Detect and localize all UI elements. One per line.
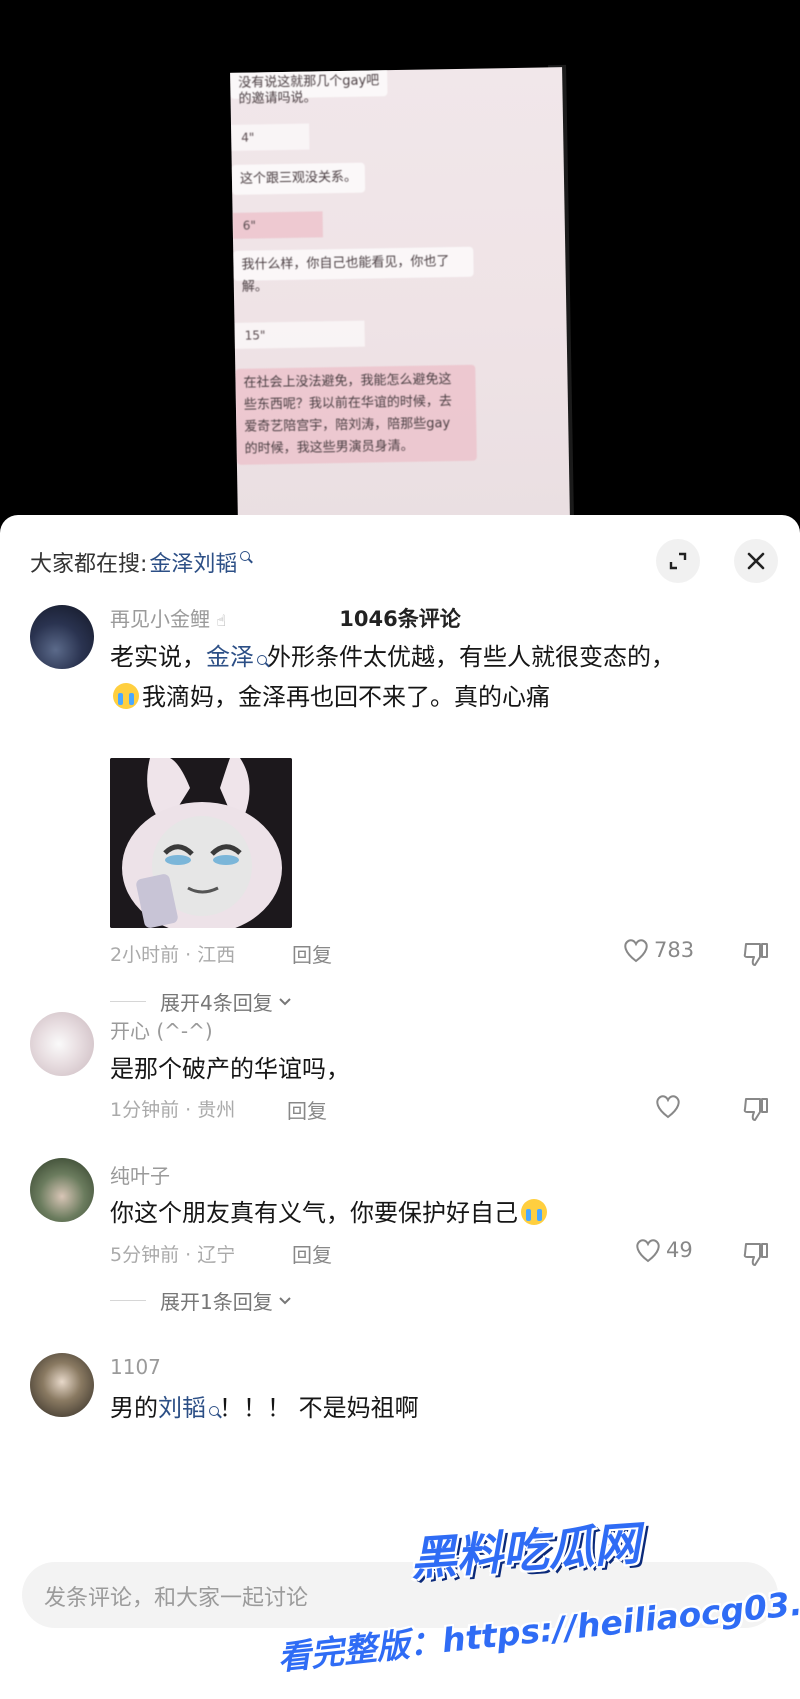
search-icon <box>257 655 267 665</box>
hot-search-bar[interactable]: 大家都在搜: 金泽刘韬 <box>30 545 251 579</box>
hand-icon: ☝ <box>216 611 227 630</box>
sticker-face-graphic <box>110 758 292 928</box>
comment-username[interactable]: 再见小金鲤 ☝ <box>110 603 226 632</box>
comment-username[interactable]: 开心 (^-^) <box>110 1015 213 1044</box>
chat-line: 的邀请吗说。 <box>238 90 317 107</box>
dislike-button[interactable] <box>742 941 770 971</box>
comment-keyword-link[interactable]: 刘韬 <box>158 1394 206 1422</box>
expand-replies-button[interactable]: 展开1条回复 <box>110 1286 293 1315</box>
avatar[interactable] <box>30 1353 94 1417</box>
comment-text-part: 你这个朋友真有义气，你要保护好自己 <box>110 1199 518 1227</box>
heart-icon <box>624 939 648 963</box>
comment-time-location: 1分钟前 · 贵州 <box>110 1099 236 1121</box>
search-icon <box>240 551 251 561</box>
comment-sheet: 大家都在搜: 金泽刘韬 1046条评论 再见小金鲤 ☝ 老实说，金泽 外形条件太… <box>0 515 800 1699</box>
chat-voice: 6" <box>232 211 323 239</box>
chat-voice: 4" <box>231 123 310 151</box>
expand-replies-label: 展开4条回复 <box>160 991 273 1015</box>
phone-screen-chat: 没有说这就那几个gay吧 的邀请吗说。 4" 这个跟三观没关系。 6" 我什么样… <box>230 67 570 523</box>
comment-text: 你这个朋友真有义气，你要保护好自己 <box>110 1193 750 1233</box>
chat-line: 在社会上没法避免，我能怎么避免这 些东西呢？我以前在华谊的时候，去 爱奇艺陪宫宇… <box>235 364 477 465</box>
chat-line: 这个跟三观没关系。 <box>231 162 366 195</box>
dislike-button[interactable] <box>742 1096 770 1126</box>
heart-icon <box>656 1095 680 1119</box>
hot-search-prefix: 大家都在搜: <box>30 552 148 577</box>
comment-text-part: 男的 <box>110 1394 158 1422</box>
chevron-down-icon <box>279 1296 291 1304</box>
avatar[interactable] <box>30 1012 94 1076</box>
video-area[interactable]: 没有说这就那几个gay吧 的邀请吗说。 4" 这个跟三观没关系。 6" 我什么样… <box>0 0 800 523</box>
crying-emoji-icon <box>113 683 139 709</box>
sticker-image[interactable] <box>110 758 292 928</box>
like-count: 783 <box>654 938 695 962</box>
comment-time-location: 5分钟前 · 辽宁 <box>110 1244 236 1266</box>
chevron-down-icon <box>279 997 291 1005</box>
avatar[interactable] <box>30 1158 94 1222</box>
search-icon <box>209 1406 219 1416</box>
comment-text: 男的刘韬 ！！！ 不是妈祖啊 <box>110 1388 750 1428</box>
thumbs-down-icon <box>743 1098 768 1121</box>
comment-text-part: 我滴妈，金泽再也回不来了。真的心痛 <box>142 683 550 711</box>
chat-voice: 15" <box>234 320 365 349</box>
reply-button[interactable]: 回复 <box>292 1239 332 1268</box>
like-button[interactable] <box>654 1093 686 1119</box>
comment-keyword-link[interactable]: 金泽 <box>206 643 254 671</box>
username-text: 再见小金鲤 <box>110 607 210 631</box>
hot-search-term[interactable]: 金泽刘韬 <box>149 546 237 578</box>
close-button[interactable] <box>734 539 778 583</box>
chat-line: 解。 <box>241 279 268 295</box>
dislike-button[interactable] <box>742 1241 770 1271</box>
comment-input-placeholder: 发条评论，和大家一起讨论 <box>44 1586 309 1611</box>
thumbs-down-icon <box>743 1243 768 1266</box>
thumbs-down-icon <box>743 943 768 966</box>
divider <box>110 1299 146 1302</box>
expand-replies-button[interactable]: 展开4条回复 <box>110 987 293 1016</box>
expand-button[interactable] <box>656 539 700 583</box>
expand-icon <box>669 552 687 570</box>
reply-button[interactable]: 回复 <box>292 939 332 968</box>
comment-username[interactable]: 1107 <box>110 1355 161 1379</box>
comment-text-part: 老实说， <box>110 643 206 671</box>
avatar[interactable] <box>30 605 94 669</box>
close-icon <box>747 552 765 570</box>
like-button[interactable]: 49 <box>634 1237 693 1263</box>
comment-time-location: 2小时前 · 江西 <box>110 944 236 966</box>
chat-line-text: 爱奇艺陪宫宇，陪刘涛，陪那些gay <box>244 416 451 435</box>
comment-text-part: ！！！ 不是妈祖啊 <box>219 1394 419 1422</box>
comment-text: 老实说，金泽 外形条件太优越，有些人就很变态的， 我滴妈，金泽再也回不来了。真的心… <box>110 637 750 717</box>
like-button[interactable]: 783 <box>622 937 694 963</box>
crying-emoji-icon <box>521 1199 547 1225</box>
heart-icon <box>636 1239 660 1263</box>
chat-line-text: 的时候，我这些男演员身清。 <box>244 438 414 457</box>
comment-text: 是那个破产的华谊吗， <box>110 1055 350 1083</box>
comment-username[interactable]: 纯叶子 <box>110 1160 170 1189</box>
reply-button[interactable]: 回复 <box>287 1095 327 1124</box>
divider <box>110 1000 146 1003</box>
like-count: 49 <box>666 1238 693 1262</box>
expand-replies-label: 展开1条回复 <box>160 1290 273 1314</box>
comment-text-part: 外形条件太优越，有些人就很变态的， <box>267 643 675 671</box>
